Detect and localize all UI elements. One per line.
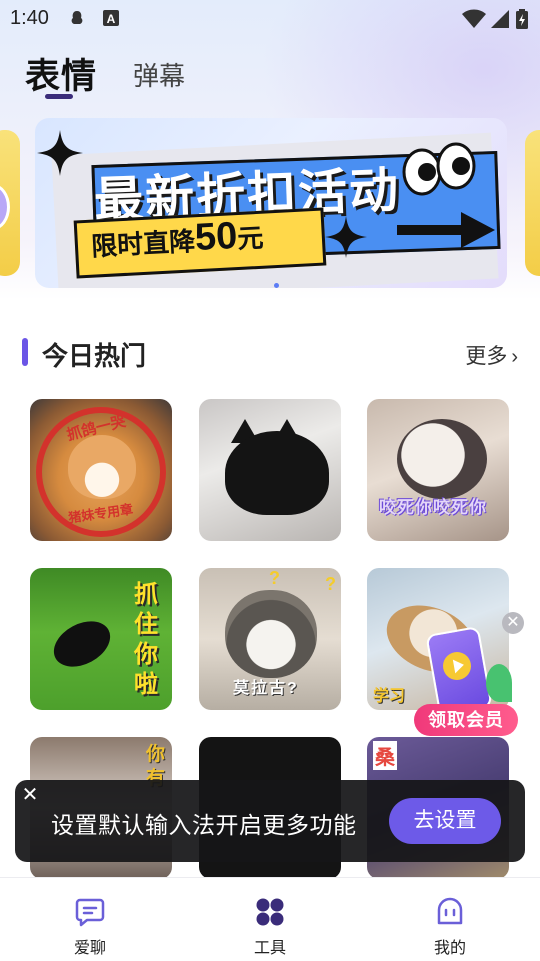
- sticker-card[interactable]: ? ? 莫拉古?: [199, 568, 341, 710]
- tab-active-indicator: [45, 94, 73, 99]
- shiba-face: [68, 435, 136, 499]
- chevron-right-icon: ›: [511, 346, 518, 368]
- hot-today-header: 今日热门 更多 ›: [22, 334, 522, 374]
- banner-prev-peek[interactable]: [0, 130, 20, 276]
- tab-danmaku[interactable]: 弹幕: [133, 56, 185, 93]
- sticker-caption: 咬死你咬死你: [379, 498, 487, 517]
- nav-item-chat[interactable]: 爱聊: [0, 878, 180, 961]
- signal-icon: [491, 10, 509, 28]
- tab-emoji[interactable]: 表情: [25, 48, 97, 99]
- wifi-icon: [462, 9, 486, 28]
- vip-promo-label: 领取会员: [414, 704, 518, 736]
- nav-label: 工具: [253, 940, 286, 957]
- sticker-card[interactable]: 抓住你啦: [30, 568, 172, 710]
- input-method-toast: ✕ 设置默认输入法开启更多功能 去设置: [15, 780, 525, 862]
- husky-face: [225, 590, 317, 678]
- vip-promo-widget[interactable]: 领取会员: [410, 625, 520, 738]
- toast-close-icon[interactable]: ✕: [17, 782, 43, 808]
- nav-label: 爱聊: [73, 940, 106, 957]
- section-accent-bar: [22, 338, 28, 366]
- leaf-decoration: [486, 664, 512, 702]
- biting-cat: [397, 419, 487, 499]
- svg-text:A: A: [107, 12, 116, 26]
- status-time: 1:40: [10, 7, 49, 29]
- banner-pager: [274, 275, 279, 293]
- battery-icon: [516, 9, 528, 29]
- banner-next-peek[interactable]: [525, 130, 540, 276]
- black-cat: [225, 431, 329, 515]
- sticker-caption: 莫拉古?: [233, 680, 299, 697]
- banner-subtitle: 限时直降50元: [90, 214, 264, 266]
- jumping-dog: [46, 612, 118, 676]
- banner-subtitle-amount: 50: [193, 214, 239, 260]
- more-link[interactable]: 更多 ›: [465, 340, 518, 370]
- banner-subtitle-unit: 元: [236, 222, 265, 254]
- go-settings-button[interactable]: 去设置: [389, 798, 501, 844]
- question-mark-icon: ?: [269, 568, 280, 588]
- header-tabs: 表情 弹幕: [0, 44, 540, 104]
- bottom-nav: 爱聊 工具 我的: [0, 877, 540, 961]
- chat-icon: [75, 898, 105, 927]
- sticker-card[interactable]: 咬死你咬死你: [367, 399, 509, 541]
- nav-label: 我的: [433, 940, 466, 957]
- promo-banner[interactable]: 最新折扣活动 限时直降50元: [35, 118, 507, 288]
- arrow-right-icon: [397, 212, 495, 248]
- keyboard-notification-icon: A: [103, 10, 119, 26]
- banner-subtitle-prefix: 限时直降: [90, 226, 196, 262]
- more-link-label: 更多: [465, 345, 508, 368]
- toast-message: 设置默认输入法开启更多功能: [51, 812, 357, 838]
- sticker-caption: 桑: [373, 741, 397, 770]
- cartoon-eyes-icon: [402, 142, 476, 196]
- banner-pager-dot-active: [274, 283, 279, 288]
- status-bar: 1:40 A: [0, 0, 540, 36]
- sticker-caption: 学习: [373, 688, 406, 705]
- tools-icon: [256, 898, 284, 926]
- section-title: 今日热门: [42, 341, 147, 371]
- sparkle-icon: [325, 216, 367, 258]
- sparkle-icon: [37, 130, 83, 176]
- sticker-card[interactable]: [199, 399, 341, 541]
- sticker-caption: 抓住你啦: [134, 581, 158, 698]
- sticker-card[interactable]: 抓鸽一哭 猪妹专用章: [30, 399, 172, 541]
- question-mark-icon: ?: [325, 574, 336, 594]
- nav-item-tools[interactable]: 工具: [180, 878, 360, 961]
- profile-icon: [437, 897, 463, 925]
- nav-item-profile[interactable]: 我的: [360, 878, 540, 961]
- app-notification-icon: [71, 11, 83, 24]
